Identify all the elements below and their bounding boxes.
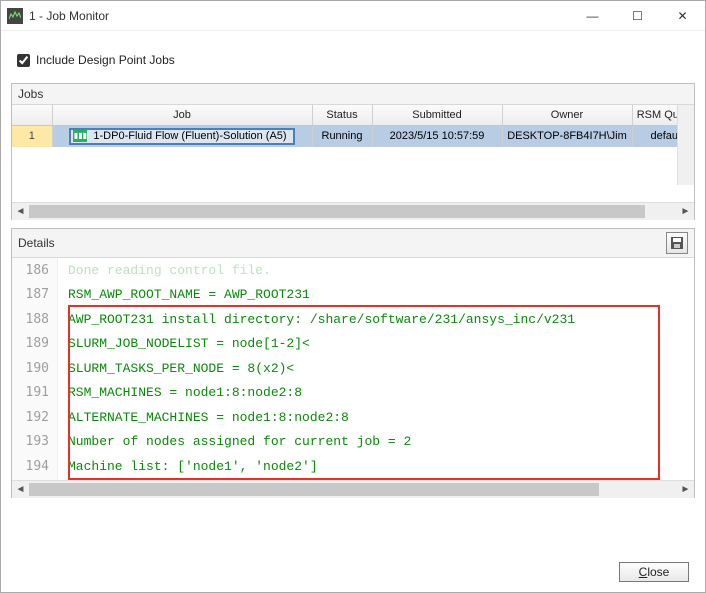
cell-rownum: 1	[12, 125, 52, 147]
details-panel-title: Details	[18, 236, 55, 250]
jobs-vertical-scrollbar[interactable]	[677, 105, 694, 185]
log-line: 194Machine list: ['node1', 'node2']	[12, 454, 694, 479]
window-controls: — ☐ ✕	[570, 1, 705, 31]
log-line: 187RSM_AWP_ROOT_NAME = AWP_ROOT231	[12, 283, 694, 308]
maximize-button[interactable]: ☐	[615, 1, 660, 31]
details-save-button[interactable]	[666, 232, 688, 254]
titlebar: 1 - Job Monitor — ☐ ✕	[1, 1, 705, 31]
details-log[interactable]: 186Done reading control file.187RSM_AWP_…	[12, 258, 694, 480]
window-title: 1 - Job Monitor	[29, 9, 109, 23]
scroll-right-icon[interactable]: ►	[677, 203, 694, 220]
log-line: 191RSM_MACHINES = node1:8:node2:8	[12, 381, 694, 406]
cell-submitted: 2023/5/15 10:57:59	[372, 125, 502, 147]
log-line: 190SLURM_TASKS_PER_NODE = 8(x2)<	[12, 356, 694, 381]
scroll-left-icon[interactable]: ◄	[12, 481, 29, 498]
line-number: 190	[12, 356, 58, 381]
log-line: 186Done reading control file.	[12, 258, 694, 283]
line-number: 194	[12, 454, 58, 479]
line-number: 193	[12, 430, 58, 455]
jobs-table[interactable]: Job Status Submitted Owner RSM Queue HPC…	[12, 105, 694, 202]
log-text: Done reading control file.	[58, 263, 271, 278]
job-status-icon: ▮▮▮	[73, 130, 87, 142]
footer: Close	[11, 558, 695, 584]
log-text: Number of nodes assigned for current job…	[58, 434, 411, 449]
line-number: 191	[12, 381, 58, 406]
jobs-panel-title: Jobs	[18, 87, 43, 101]
cell-job: ▮▮▮ 1-DP0-Fluid Flow (Fluent)-Solution (…	[52, 125, 312, 147]
scroll-left-icon[interactable]: ◄	[12, 203, 29, 220]
log-text: AWP_ROOT231 install directory: /share/so…	[58, 312, 575, 327]
app-icon	[7, 8, 23, 24]
include-design-point-jobs-row: Include Design Point Jobs	[17, 53, 689, 67]
close-window-button[interactable]: ✕	[660, 1, 705, 31]
jobs-panel-header: Jobs	[12, 84, 694, 105]
line-number: 188	[12, 307, 58, 332]
log-text: RSM_AWP_ROOT_NAME = AWP_ROOT231	[58, 287, 310, 302]
log-line: 192ALTERNATE_MACHINES = node1:8:node2:8	[12, 405, 694, 430]
jobs-header-row: Job Status Submitted Owner RSM Queue HPC	[12, 105, 694, 125]
log-text: Machine list: ['node1', 'node2']	[58, 459, 318, 474]
include-design-point-jobs-label: Include Design Point Jobs	[36, 53, 175, 67]
log-text: RSM_MACHINES = node1:8:node2:8	[58, 385, 302, 400]
details-panel-header: Details	[12, 229, 694, 258]
details-horizontal-scrollbar[interactable]: ◄ ►	[12, 480, 694, 497]
line-number: 187	[12, 283, 58, 308]
col-job[interactable]: Job	[52, 105, 312, 125]
cell-job-text: 1-DP0-Fluid Flow (Fluent)-Solution (A5)	[93, 130, 286, 142]
log-line: 188AWP_ROOT231 install directory: /share…	[12, 307, 694, 332]
line-number: 192	[12, 405, 58, 430]
col-owner[interactable]: Owner	[502, 105, 632, 125]
include-design-point-jobs-checkbox[interactable]	[17, 54, 30, 67]
save-icon	[670, 236, 684, 250]
details-panel: Details 186Done reading control file.187…	[11, 228, 695, 498]
cell-status: Running	[312, 125, 372, 147]
table-row[interactable]: 1 ▮▮▮ 1-DP0-Fluid Flow (Fluent)-Solution…	[12, 125, 694, 147]
line-number: 186	[12, 258, 58, 283]
close-button[interactable]: Close	[619, 562, 689, 582]
scroll-right-icon[interactable]: ►	[677, 481, 694, 498]
col-status[interactable]: Status	[312, 105, 372, 125]
jobs-horizontal-scrollbar[interactable]: ◄ ►	[12, 202, 694, 219]
log-line: 193Number of nodes assigned for current …	[12, 430, 694, 455]
log-text: SLURM_JOB_NODELIST = node[1-2]<	[58, 336, 310, 351]
cell-owner: DESKTOP-8FB4I7H\Jim	[502, 125, 632, 147]
col-rownum[interactable]	[12, 105, 52, 125]
line-number: 189	[12, 332, 58, 357]
col-submitted[interactable]: Submitted	[372, 105, 502, 125]
log-text: SLURM_TASKS_PER_NODE = 8(x2)<	[58, 361, 294, 376]
minimize-button[interactable]: —	[570, 1, 615, 31]
jobs-panel: Jobs Job Status Submitted Owner	[11, 83, 695, 220]
log-text: ALTERNATE_MACHINES = node1:8:node2:8	[58, 410, 349, 425]
log-line: 189SLURM_JOB_NODELIST = node[1-2]<	[12, 332, 694, 357]
